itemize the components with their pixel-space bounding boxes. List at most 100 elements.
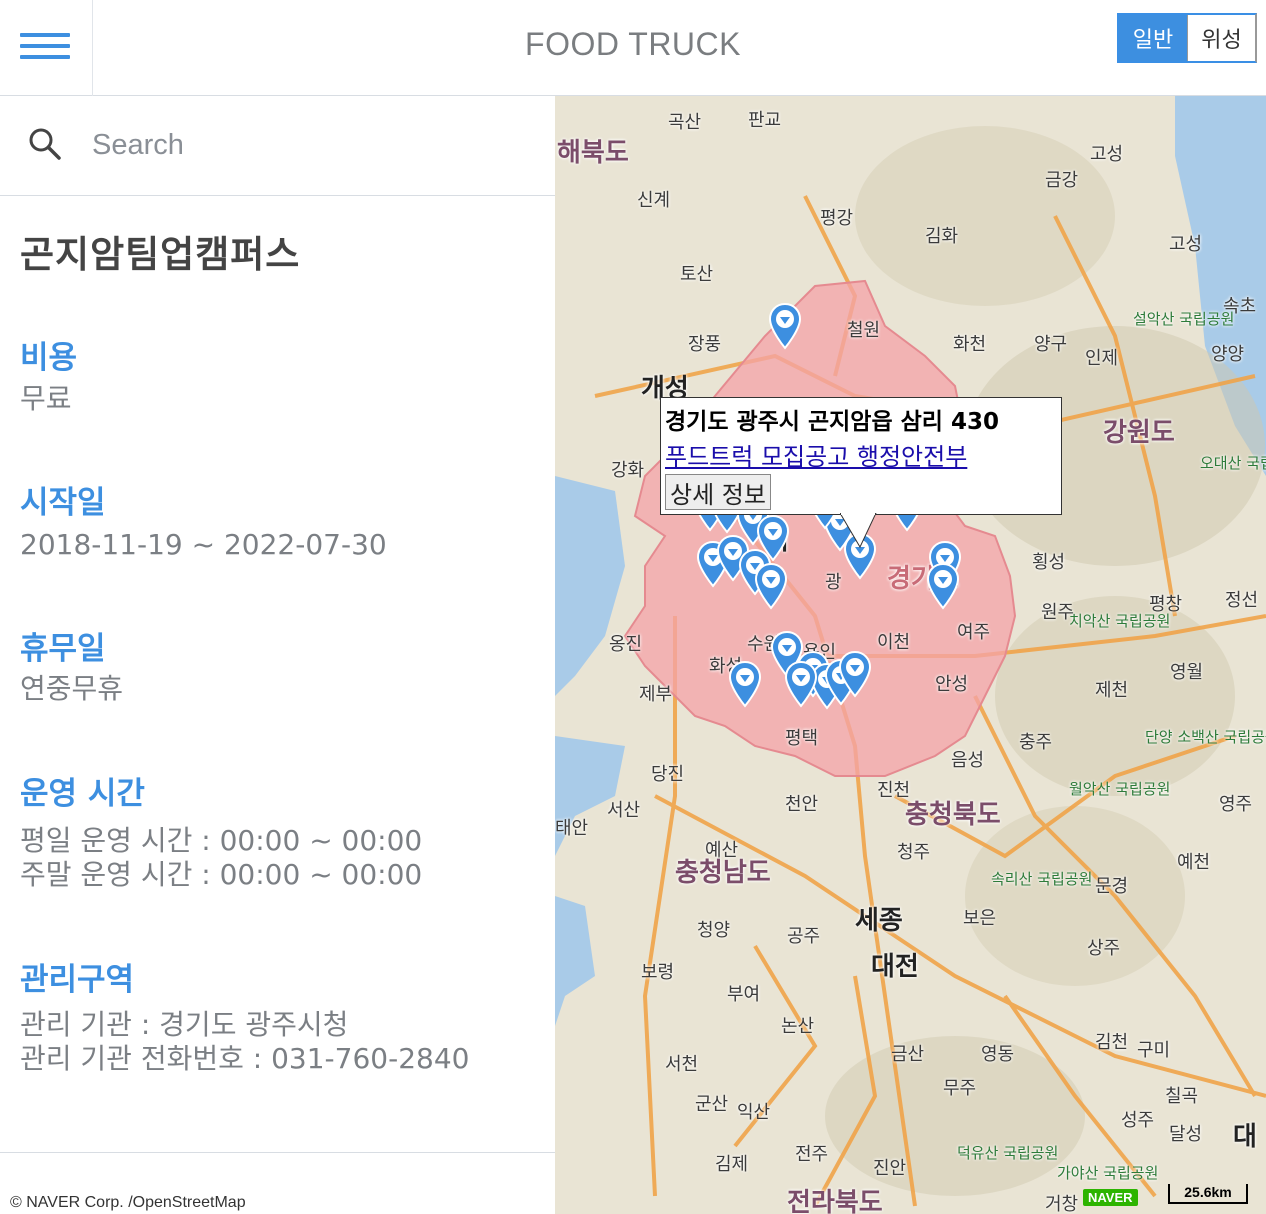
map-label: 평택 [785, 728, 819, 749]
map-label: 옹진 [609, 634, 643, 655]
map-label: 정선 [1225, 590, 1259, 611]
map-label: 대전 [871, 952, 919, 982]
map-label: 대 [1233, 1122, 1257, 1152]
map-label: 태안 [555, 818, 589, 839]
map-label: 오대산 국립공원 [1200, 454, 1266, 472]
map-label: 화천 [953, 334, 987, 355]
map-label: 무주 [943, 1078, 977, 1099]
map-marker-icon[interactable] [784, 660, 818, 708]
map-label: 강원도 [1103, 418, 1175, 448]
map-label: 고성 [1090, 144, 1124, 165]
map-label: 부여 [727, 984, 761, 1005]
place-name: 곤지암팀업캠퍼스 [20, 233, 301, 276]
map-view[interactable]: 곡산 판교 해북도 신계 평강 김화 고성 금강 고성 토산 장풍 화천 양구 … [555, 96, 1266, 1214]
divider [0, 1152, 555, 1153]
detail-sidebar: 곤지암팀업캠퍼스 비용 무료 시작일 2018-11-19 ~ 2022-07-… [0, 96, 555, 1214]
infowindow-address: 경기도 광주시 곤지암읍 삼리 430 [665, 409, 999, 435]
map-label: 성주 [1121, 1110, 1155, 1131]
holiday-label: 휴무일 [20, 631, 106, 667]
map-label: 거창 [1045, 1194, 1079, 1214]
map-label: 청양 [697, 920, 731, 941]
map-label: 속리산 국립공원 [991, 870, 1093, 888]
map-type-toggle: 일반 위성 [1117, 13, 1257, 63]
naver-logo: NAVER [1083, 1189, 1138, 1206]
map-marker-icon[interactable] [728, 660, 762, 708]
map-label: 충주 [1019, 732, 1053, 753]
map-marker-icon[interactable] [754, 562, 788, 610]
detail-info-button[interactable]: 상세 정보 [665, 474, 771, 510]
map-label: 금강 [1045, 170, 1079, 191]
search-input[interactable] [92, 122, 532, 168]
map-label: 가야산 국립공원 [1057, 1164, 1159, 1182]
map-label: 충청북도 [905, 800, 1001, 830]
map-label: 치악산 국립공원 [1069, 612, 1171, 630]
map-marker-icon[interactable] [926, 562, 960, 610]
map-label: 전주 [795, 1144, 829, 1165]
map-label: 횡성 [1032, 552, 1066, 573]
map-label: 강화 [611, 460, 645, 481]
map-type-general-button[interactable]: 일반 [1119, 15, 1187, 61]
map-label: 양양 [1211, 344, 1245, 365]
map-label: 논산 [781, 1016, 815, 1037]
start-date-label: 시작일 [20, 485, 106, 521]
app-header: FOOD TRUCK 일반 위성 [0, 0, 1266, 96]
map-label: 인제 [1085, 348, 1119, 369]
map-label: 천안 [785, 794, 819, 815]
area-phone: 관리 기관 전화번호 : 031-760-2840 [20, 1042, 470, 1075]
map-label: 제천 [1095, 680, 1129, 701]
map-label: 보령 [641, 962, 675, 983]
map-copyright: © NAVER Corp. /OpenStreetMap [10, 1194, 246, 1211]
map-label: 칠곡 [1165, 1086, 1199, 1107]
map-label: 충청남도 [675, 858, 771, 888]
map-label: 영동 [981, 1044, 1015, 1065]
map-label: 철원 [847, 320, 881, 341]
infowindow-pointer [840, 513, 877, 549]
map-label: 양구 [1034, 334, 1068, 355]
map-label: 판교 [748, 110, 782, 131]
place-infowindow: 경기도 광주시 곤지암읍 삼리 430 푸드트럭 모집공고 행정안전부 상세 정… [660, 397, 1062, 515]
map-label: 당진 [651, 764, 685, 785]
map-type-satellite-button[interactable]: 위성 [1187, 15, 1255, 61]
map-label: 금산 [891, 1044, 925, 1065]
map-label: 해북도 [557, 138, 629, 168]
map-label: 공주 [787, 926, 821, 947]
map-label: 설악산 국립공원 [1133, 310, 1235, 328]
map-label: 문경 [1095, 876, 1129, 897]
map-label: 토산 [680, 264, 714, 285]
map-label: 달성 [1169, 1124, 1203, 1145]
hours-weekday: 평일 운영 시간 : 00:00 ~ 00:00 [20, 824, 423, 857]
map-label: 보은 [963, 908, 997, 929]
map-label: 군산 [695, 1094, 729, 1115]
map-scale: 25.6km [1168, 1184, 1248, 1204]
map-label: 안성 [935, 674, 969, 695]
search-icon[interactable] [28, 127, 62, 161]
map-marker-icon[interactable] [838, 650, 872, 698]
map-label: 김화 [925, 226, 959, 247]
map-label: 전라북도 [787, 1188, 883, 1214]
map-label: 서천 [665, 1054, 699, 1075]
infowindow-link[interactable]: 푸드트럭 모집공고 행정안전부 [665, 437, 967, 472]
map-label: 김제 [715, 1154, 749, 1175]
map-label: 속초 [1223, 296, 1257, 317]
map-label: 익산 [737, 1102, 771, 1123]
map-label: 제부 [639, 684, 673, 705]
map-label: 곡산 [668, 112, 702, 133]
map-label: 구미 [1137, 1040, 1171, 1061]
start-date-value: 2018-11-19 ~ 2022-07-30 [20, 528, 387, 561]
map-label: 김천 [1095, 1032, 1129, 1053]
map-label: 여주 [957, 622, 991, 643]
map-label: 영월 [1170, 662, 1204, 683]
map-label: 고성 [1169, 234, 1203, 255]
map-label: 광 [825, 572, 842, 593]
map-marker-icon[interactable] [768, 302, 802, 350]
hours-label: 운영 시간 [20, 776, 145, 812]
map-label: 평강 [820, 208, 854, 229]
area-agency: 관리 기관 : 경기도 광주시청 [20, 1008, 349, 1041]
map-label: 월악산 국립공원 [1069, 780, 1171, 798]
area-label: 관리구역 [20, 962, 135, 998]
map-label: 청주 [897, 842, 931, 863]
map-label: 세종 [855, 906, 903, 936]
map-label: 장풍 [688, 334, 722, 355]
map-label: 서산 [607, 800, 641, 821]
search-bar [0, 96, 555, 196]
